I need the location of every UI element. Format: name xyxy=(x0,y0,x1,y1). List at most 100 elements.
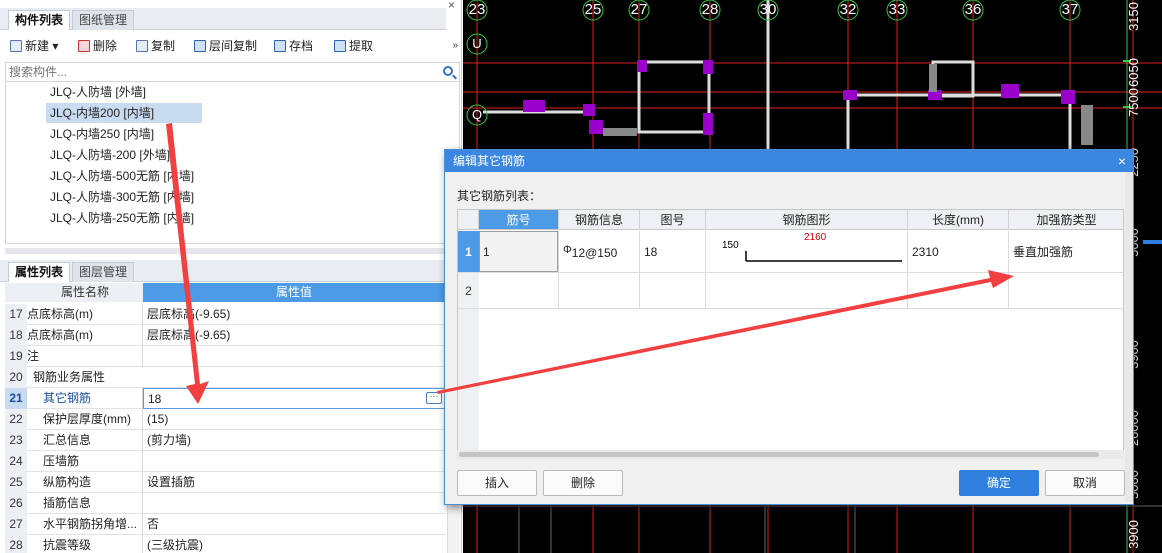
property-value[interactable]: 设置插筋 xyxy=(143,472,445,493)
delete-icon xyxy=(78,40,90,52)
dimension-label: 6050 xyxy=(1126,58,1141,87)
grid-horizontal-scrollbar[interactable] xyxy=(457,450,1124,459)
panel-splitter[interactable] xyxy=(5,248,460,254)
col-rebar-shape[interactable]: 钢筋图形 xyxy=(706,210,908,230)
property-name: 纵筋构造 xyxy=(27,472,143,493)
axis-label: 33 xyxy=(888,1,906,18)
property-row[interactable]: 28 抗震等级 (三级抗震) xyxy=(5,535,445,553)
property-row[interactable]: 18 点底标高(m) 层底标高(-9.65) xyxy=(5,325,445,346)
archive-button[interactable]: 存档 xyxy=(274,36,313,56)
close-icon[interactable]: × xyxy=(1118,150,1126,172)
axis-label: 27 xyxy=(630,1,648,18)
dialog-vertical-scrollbar[interactable] xyxy=(1125,172,1133,502)
delete-button[interactable]: 删除 xyxy=(78,36,117,56)
dimension-label: 3900 xyxy=(1126,520,1141,549)
property-row[interactable]: 27 水平钢筋拐角增... 否 xyxy=(5,514,445,535)
row-header-strip xyxy=(458,309,479,458)
cell-rebar-info[interactable]: Φ12@150 xyxy=(559,231,640,273)
cell-rebar-info[interactable] xyxy=(559,273,640,309)
col-jinhao[interactable]: 筋号 xyxy=(479,210,559,230)
row-axis-label: U xyxy=(472,36,482,51)
search-icon[interactable] xyxy=(443,66,453,76)
property-name: 抗震等级 xyxy=(27,535,143,553)
property-value[interactable]: 层底标高(-9.65) xyxy=(143,304,445,325)
property-value[interactable]: (剪力墙) xyxy=(143,430,445,451)
component-tab-bar: 构件列表 图纸管理 xyxy=(0,8,446,30)
row-number: 23 xyxy=(5,430,27,451)
component-item[interactable]: JLQ-人防墙-500无筋 [内墙] xyxy=(46,166,198,186)
cell-figure-no[interactable]: 18 xyxy=(640,231,706,273)
property-name: 点底标高(m) xyxy=(27,304,143,325)
cancel-button[interactable]: 取消 xyxy=(1045,470,1125,496)
row-number: 24 xyxy=(5,451,27,472)
other-rebar-value: 18 xyxy=(148,392,162,406)
property-row-selected[interactable]: 21 其它钢筋 18 ··· xyxy=(5,388,445,409)
extract-button[interactable]: 提取 xyxy=(334,36,373,56)
property-row[interactable]: 25 纵筋构造 设置插筋 xyxy=(5,472,445,493)
row-axis-label: Q xyxy=(471,107,483,122)
ellipsis-button[interactable]: ··· xyxy=(426,392,442,404)
col-reinforcement-type[interactable]: 加强筋类型 xyxy=(1009,210,1123,230)
component-item[interactable]: JLQ-人防墙-200 [外墙] xyxy=(46,145,174,165)
cell-length[interactable] xyxy=(908,273,1009,309)
insert-button[interactable]: 插入 xyxy=(457,470,537,496)
cell-figure-no[interactable] xyxy=(640,273,706,309)
property-row[interactable]: 19 注 xyxy=(5,346,445,367)
cell-length[interactable]: 2310 xyxy=(908,231,1009,273)
cell-rebar-shape[interactable]: 150 2160 xyxy=(706,231,908,273)
property-row[interactable]: 23 汇总信息 (剪力墙) xyxy=(5,430,445,451)
header-property-value: 属性值 xyxy=(143,283,445,302)
tab-layer-management[interactable]: 图层管理 xyxy=(72,262,135,282)
copy-button[interactable]: 复制 xyxy=(136,36,175,56)
component-item-selected[interactable]: JLQ-内墙200 [内墙] xyxy=(46,103,202,123)
cell-rebar-shape[interactable] xyxy=(706,273,908,309)
component-item[interactable]: JLQ-人防墙-300无筋 [内墙] xyxy=(46,187,198,207)
property-value[interactable] xyxy=(143,493,445,514)
component-search-input[interactable] xyxy=(6,63,426,81)
property-group-name[interactable]: 钢筋业务属性 xyxy=(27,367,329,388)
dialog-title[interactable]: 编辑其它钢筋 xyxy=(445,150,1133,172)
grid-corner xyxy=(458,210,479,230)
tab-drawing-management[interactable]: 图纸管理 xyxy=(72,10,135,30)
component-item[interactable]: JLQ-人防墙 [外墙] xyxy=(46,82,150,102)
component-item[interactable]: JLQ-内墙250 [内墙] xyxy=(46,124,158,144)
delete-row-button[interactable]: 删除 xyxy=(543,470,623,496)
component-item[interactable]: JLQ-人防墙-250无筋 [内墙] xyxy=(46,208,198,228)
other-rebar-value-field[interactable]: 18 ··· xyxy=(143,388,445,409)
component-search xyxy=(5,62,460,82)
property-value[interactable] xyxy=(143,346,445,367)
property-row[interactable]: 22 保护层厚度(mm) (15) xyxy=(5,409,445,430)
panel-close-icon[interactable]: × xyxy=(448,0,455,12)
new-icon xyxy=(10,40,22,52)
property-group-row[interactable]: 20 钢筋业务属性 xyxy=(5,367,445,388)
col-length[interactable]: 长度(mm) xyxy=(908,210,1009,230)
property-value[interactable]: (15) xyxy=(143,409,445,430)
property-row[interactable]: 24 压墙筋 xyxy=(5,451,445,472)
cell-reinforcement-type[interactable]: 垂直加强筋 xyxy=(1009,231,1123,273)
cell-reinforcement-type[interactable] xyxy=(1009,273,1123,309)
ok-button[interactable]: 确定 xyxy=(959,470,1039,496)
new-button[interactable]: 新建 ▾ xyxy=(10,36,58,56)
shape-length-dim: 2160 xyxy=(804,232,827,243)
floor-copy-button[interactable]: 层间复制 xyxy=(194,36,257,56)
cell-jinhao[interactable] xyxy=(479,273,559,309)
property-value[interactable]: 否 xyxy=(143,514,445,535)
col-rebar-info[interactable]: 钢筋信息 xyxy=(559,210,640,230)
tab-property-list[interactable]: 属性列表 xyxy=(8,262,71,282)
axis-label: 36 xyxy=(964,1,982,18)
property-row[interactable]: 26 插筋信息 xyxy=(5,493,445,514)
cell-jinhao[interactable]: 1 xyxy=(479,231,559,273)
row-number[interactable]: 1 xyxy=(458,231,479,273)
property-value[interactable]: 层底标高(-9.65) xyxy=(143,325,445,346)
row-number: 26 xyxy=(5,493,27,514)
tab-component-list[interactable]: 构件列表 xyxy=(8,10,71,30)
row-number[interactable]: 2 xyxy=(458,273,479,309)
property-name: 水平钢筋拐角增... xyxy=(27,514,143,535)
property-value[interactable] xyxy=(143,451,445,472)
dimension-label: 7500 xyxy=(1126,88,1141,117)
property-value[interactable]: (三级抗震) xyxy=(143,535,445,553)
toolbar-overflow-icon[interactable]: » xyxy=(452,40,458,51)
property-row[interactable]: 17 点底标高(m) 层底标高(-9.65) xyxy=(5,304,445,325)
col-figure-no[interactable]: 图号 xyxy=(640,210,706,230)
scroll-thumb[interactable] xyxy=(459,452,1099,457)
